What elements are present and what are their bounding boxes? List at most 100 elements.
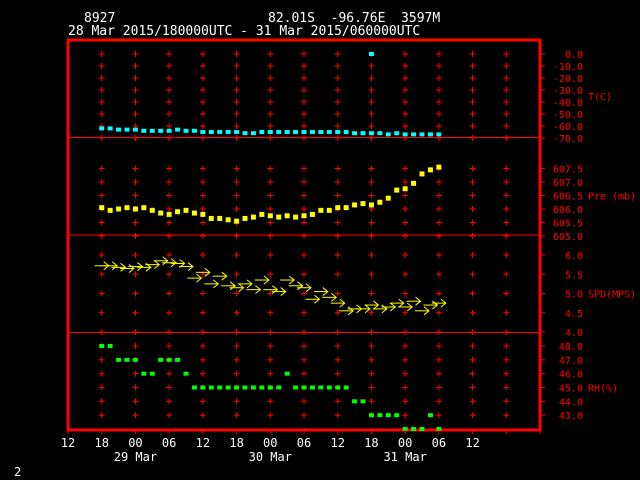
temperature-point (335, 130, 341, 134)
wind-arrow (372, 304, 388, 314)
humidity-point (335, 385, 341, 390)
y-tick-label: 6.0 (565, 251, 583, 262)
x-tick-label: 06 (297, 436, 311, 450)
y-tick-label: -60.0 (553, 122, 583, 133)
humidity-point (301, 385, 307, 390)
wind-arrow (364, 300, 380, 310)
wind-arrow (271, 287, 287, 296)
temperature-point (208, 130, 214, 134)
temperature-point (402, 132, 408, 137)
humidity-point (234, 385, 240, 390)
humidity-point (267, 385, 273, 390)
temperature-point (191, 128, 197, 133)
x-tick-label: 12 (61, 436, 75, 450)
x-day-label: 30 Mar (249, 450, 292, 464)
pressure-point (335, 205, 341, 211)
y-tick-label: 607.5 (553, 165, 583, 176)
temperature-point (360, 131, 366, 136)
x-tick-label: 12 (196, 436, 210, 450)
temperature-point (149, 128, 155, 133)
pressure-point (259, 211, 265, 217)
pressure-point (419, 171, 425, 177)
pressure-point (166, 211, 172, 217)
y-tick-label: 0.0 (565, 50, 583, 61)
humidity-point (107, 344, 113, 348)
wind-arrow (305, 294, 321, 304)
temperature-point (301, 130, 307, 134)
wind-arrow (111, 262, 127, 272)
x-axis: 12 18 00 06 12 18 00 06 12 18 00 06 12 29 Mar 30 Mar 31… (61, 430, 541, 464)
wind-arrow (339, 306, 354, 316)
wind-arrow (120, 264, 135, 273)
x-tick-label: 18 (364, 436, 378, 450)
pressure-point (208, 215, 214, 221)
humidity-point (208, 385, 214, 390)
temperature-point (394, 131, 400, 136)
temperature-point (385, 132, 391, 137)
pressure-point (158, 210, 164, 216)
temperature-point (200, 130, 206, 134)
humidity-point (293, 385, 299, 390)
humidity-point (225, 385, 231, 390)
wind-arrow (431, 298, 447, 308)
wind-arrow (381, 302, 397, 312)
temperature-point (309, 130, 315, 134)
pressure-point (326, 207, 332, 213)
y-tick-label: 5.0 (565, 290, 583, 301)
wind-arrow (254, 275, 270, 285)
temperature-point (318, 130, 324, 134)
pressure-point (141, 205, 147, 211)
pressure-point (284, 213, 290, 219)
pressure-point (436, 164, 442, 170)
temperature-point (276, 130, 282, 134)
temperature-point (427, 132, 433, 137)
pressure-point (411, 180, 417, 186)
y-tick-label: 45.0 (559, 384, 583, 395)
y-tick-label: 43.0 (559, 411, 583, 422)
pressure-point (377, 199, 383, 205)
temperature-point (250, 131, 256, 136)
pressure-point (107, 207, 113, 213)
pressure-point (276, 214, 282, 220)
pressure-point (234, 218, 240, 224)
y-tick-label: 606.0 (553, 205, 583, 216)
humidity-point (124, 357, 130, 362)
humidity-point (411, 427, 417, 431)
x-tick-label: 12 (330, 436, 344, 450)
x-tick-label: 18 (94, 436, 108, 450)
temperature-point (436, 132, 442, 137)
humidity-point (343, 385, 349, 390)
temperature-point (183, 128, 189, 133)
temperature-point (132, 127, 138, 132)
y-tick-label: -20.0 (553, 74, 583, 85)
humidity-point (141, 371, 147, 376)
humidity-point (200, 385, 206, 390)
humidity-point (116, 357, 122, 362)
y-tick-label: -30.0 (553, 86, 583, 97)
humidity-point (385, 413, 391, 418)
temperature-point (352, 131, 358, 136)
humidity-point (166, 357, 172, 362)
pressure-point (250, 214, 256, 220)
humidity-point (284, 371, 290, 376)
humidity-point (99, 344, 105, 348)
y-tick-label: 48.0 (559, 342, 583, 353)
y-tick-label: 5.5 (565, 270, 583, 281)
pressure-point (200, 211, 206, 217)
wind-arrow (238, 279, 253, 289)
wind-arrow (204, 279, 220, 289)
humidity-point (149, 371, 155, 376)
temperature-point (116, 127, 122, 132)
pressure-point (427, 167, 433, 173)
temperature-point (124, 127, 130, 132)
x-tick-label: 12 (465, 436, 479, 450)
humidity-point (360, 399, 366, 404)
pressure-point (360, 201, 366, 207)
temperature-point (259, 130, 265, 134)
humidity-point (217, 385, 223, 390)
pressure-point (402, 186, 408, 192)
y-axis-label: T(C) (588, 92, 612, 103)
y-tick-label: 606.5 (553, 192, 583, 203)
pressure-point (116, 206, 122, 212)
y-axis-label: Pre (mb) (588, 192, 636, 203)
